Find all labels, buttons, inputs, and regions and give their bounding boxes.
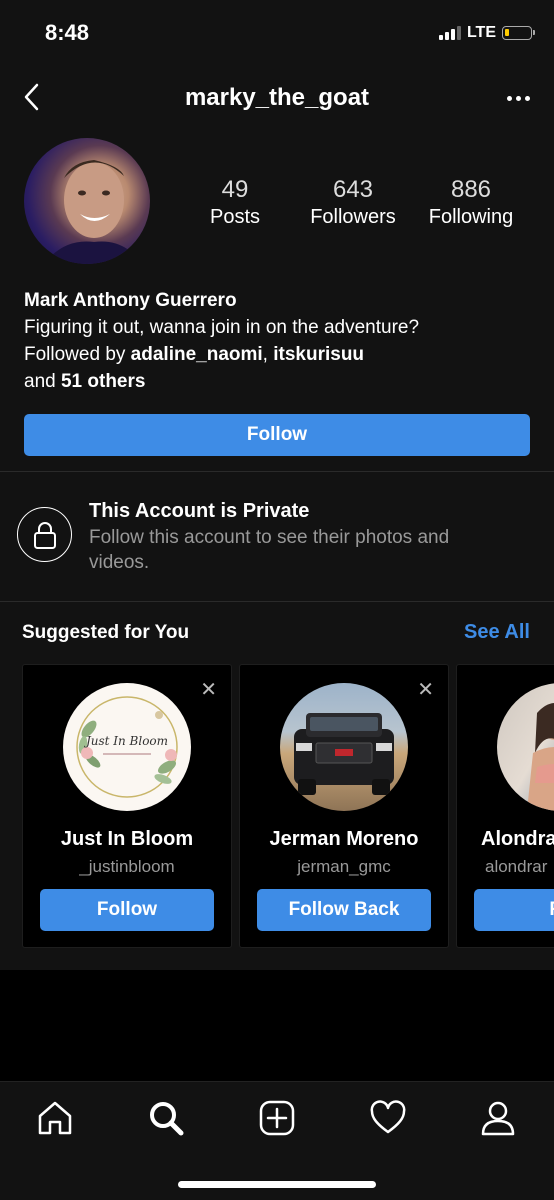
suggestion-card[interactable]: ✕ Jerman Moreno jerman_gmc Follow Back (239, 664, 449, 948)
tab-search[interactable] (144, 1096, 188, 1140)
followed-by-prefix: Followed by (24, 344, 126, 365)
tab-home[interactable] (33, 1096, 77, 1140)
tab-profile[interactable] (476, 1096, 520, 1140)
following-stat[interactable]: 886 Following (416, 176, 526, 229)
more-button[interactable] (507, 96, 530, 101)
suggestion-card[interactable]: ✕ Just In Bloom Just In Bloom _justinblo… (22, 664, 232, 948)
status-bar: 8:48 LTE (0, 0, 554, 66)
bio-text: Figuring it out, wanna join in on the ad… (24, 317, 420, 338)
more-horizontal-icon (507, 96, 512, 101)
suggestion-avatar[interactable] (497, 683, 554, 811)
tab-new-post[interactable] (255, 1096, 299, 1140)
tab-activity[interactable] (366, 1096, 410, 1140)
profile-avatar[interactable] (24, 138, 150, 264)
logo-text: Just In Bloom (83, 734, 168, 748)
bottom-tab-bar (0, 1081, 554, 1200)
follow-back-button[interactable]: Follow Back (257, 889, 431, 931)
follow-button[interactable]: Fo (474, 889, 554, 931)
suggestion-card[interactable]: Alondra alondrar Fo (456, 664, 554, 948)
posts-label: Posts (209, 206, 261, 228)
private-subtitle: Follow this account to see their photos … (89, 527, 450, 573)
suggestion-avatar[interactable] (280, 683, 408, 811)
followers-label: Followers (310, 206, 396, 228)
page-title: marky_the_goat (184, 84, 370, 111)
close-icon[interactable]: ✕ (417, 677, 434, 702)
suggestion-handle: jerman_gmc (297, 857, 391, 876)
followed-by-line[interactable]: Followed by adaline_naomi, itskurisuu (24, 341, 419, 368)
suggestion-avatar[interactable]: Just In Bloom (63, 683, 191, 811)
follow-button[interactable]: Follow (40, 889, 214, 931)
suggestion-name: Just In Bloom (60, 828, 194, 850)
profile-icon (481, 1101, 515, 1136)
full-name: Mark Anthony Guerrero (24, 290, 237, 311)
home-indicator[interactable] (178, 1181, 376, 1188)
followers-stat[interactable]: 643 Followers (298, 176, 408, 229)
heart-icon (370, 1100, 406, 1134)
followers-count: 643 (332, 176, 374, 203)
mutual-follower: adaline_naomi (130, 344, 263, 365)
battery-icon (502, 26, 535, 40)
follow-button[interactable]: Follow (24, 414, 530, 456)
divider (0, 471, 554, 472)
posts-count: 49 (221, 176, 249, 203)
network-label: LTE (466, 24, 496, 41)
lock-badge (17, 507, 72, 562)
profile-screen: marky_the_goat 49 Posts 643 Followers 88… (0, 66, 554, 970)
followed-by-others[interactable]: and 51 others (24, 368, 419, 395)
profile-bio: Mark Anthony Guerrero Figuring it out, w… (24, 287, 419, 395)
suggestion-name: Jerman Moreno (269, 828, 419, 850)
lock-icon (33, 521, 56, 549)
suggested-title: Suggested for You (22, 622, 190, 643)
suggestion-handle: alondrar (485, 857, 548, 876)
status-indicators: LTE (438, 24, 535, 42)
signal-icon (438, 26, 461, 40)
search-icon (150, 1102, 184, 1136)
private-title: This Account is Private (89, 500, 310, 522)
close-icon[interactable]: ✕ (200, 677, 217, 702)
add-post-icon (259, 1100, 295, 1136)
divider (0, 601, 554, 602)
suggestion-handle: _justinbloom (79, 857, 175, 876)
see-all-link[interactable]: See All (464, 621, 530, 644)
home-icon (38, 1101, 72, 1135)
suggestion-name: Alondra (481, 828, 554, 850)
others-count: 51 others (60, 371, 146, 392)
posts-stat[interactable]: 49 Posts (180, 176, 290, 229)
followed-by-and: and (24, 371, 56, 392)
following-label: Following (428, 206, 514, 228)
suggested-carousel[interactable]: ✕ Just In Bloom Just In Bloom _justinblo… (22, 664, 554, 952)
followed-by-separator: , (262, 344, 268, 365)
status-time: 8:48 (45, 20, 90, 45)
mutual-follower: itskurisuu (273, 344, 365, 365)
top-nav: marky_the_goat (0, 66, 554, 130)
following-count: 886 (450, 176, 492, 203)
